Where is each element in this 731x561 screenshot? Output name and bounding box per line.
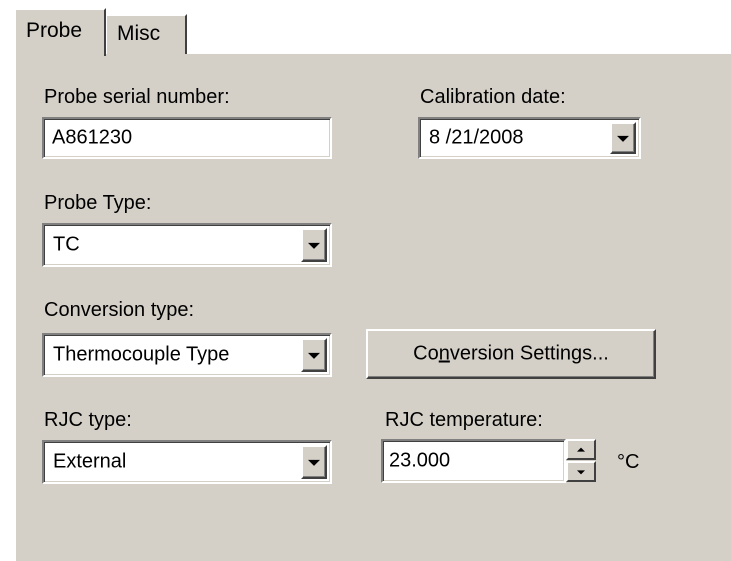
spin-down-icon[interactable] (566, 461, 596, 482)
tab-probe-label: Probe (26, 19, 83, 42)
probe-serial-input[interactable]: A861230 (42, 117, 332, 159)
rjc-temperature-unit: °C (617, 451, 640, 473)
conversion-type-value: Thermocouple Type (53, 343, 230, 366)
conversion-settings-label: Conversion Settings... (368, 343, 654, 366)
rjc-temperature-spinner[interactable] (566, 439, 596, 483)
calibration-date-picker[interactable]: 8 /21/2008 (418, 117, 641, 159)
calibration-date-dropdown-button[interactable] (610, 122, 636, 154)
probe-type-label: Probe Type: (44, 192, 152, 214)
tab-misc[interactable]: Misc (105, 14, 187, 54)
conversion-type-label: Conversion type: (44, 299, 195, 321)
conversion-type-select[interactable]: Thermocouple Type (42, 333, 332, 377)
conversion-settings-label-post: version Settings... (449, 342, 609, 365)
probe-type-value: TC (53, 233, 80, 256)
probe-type-select[interactable]: TC (42, 223, 332, 267)
conversion-type-dropdown-button[interactable] (301, 338, 327, 372)
probe-type-dropdown-button[interactable] (301, 228, 327, 262)
tab-probe[interactable]: Probe (14, 8, 106, 56)
dialog-frame: Probe Misc Probe serial number: A861230 … (0, 0, 731, 561)
rjc-type-select[interactable]: External (42, 440, 332, 484)
calibration-date-label: Calibration date: (420, 86, 566, 108)
rjc-temperature-label: RJC temperature: (385, 409, 543, 431)
spin-up-icon[interactable] (566, 439, 596, 460)
rjc-type-dropdown-button[interactable] (301, 445, 327, 479)
calibration-date-value: 8 /21/2008 (429, 126, 524, 149)
panel-edge (14, 54, 16, 561)
conversion-settings-mnemonic: n (438, 342, 450, 365)
tab-misc-label: Misc (117, 22, 161, 45)
conversion-settings-button[interactable]: Conversion Settings... (366, 329, 656, 379)
probe-serial-label: Probe serial number: (44, 86, 230, 108)
rjc-temperature-input[interactable]: 23.000 (381, 439, 566, 483)
conversion-settings-label-pre: Co (413, 342, 439, 365)
rjc-temperature-value: 23.000 (389, 449, 451, 472)
rjc-type-value: External (53, 450, 127, 473)
rjc-type-label: RJC type: (44, 409, 132, 431)
probe-serial-value: A861230 (52, 126, 133, 149)
